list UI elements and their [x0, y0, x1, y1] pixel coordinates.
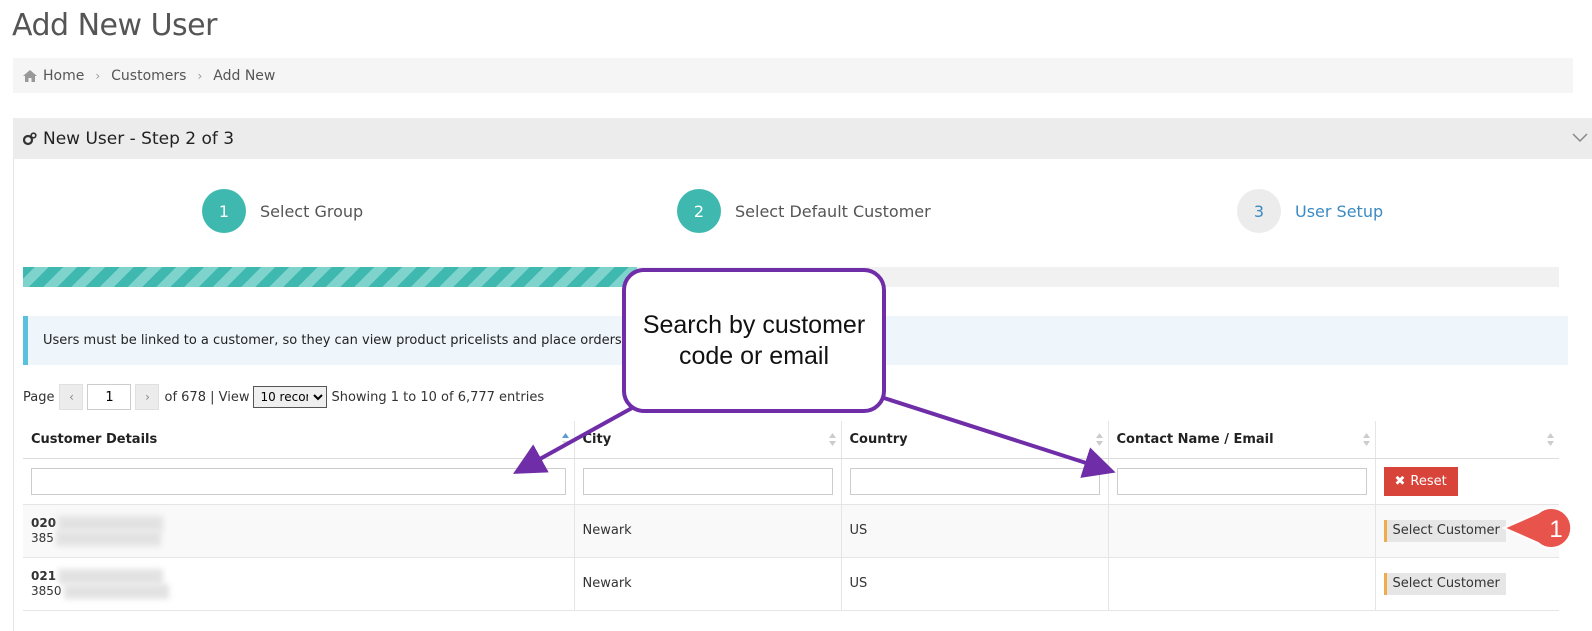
- step-user-setup[interactable]: 3 User Setup: [1237, 189, 1383, 233]
- panel-title: New User - Step 2 of 3: [43, 128, 235, 149]
- customer-subcode: 3850: [31, 583, 62, 598]
- breadcrumb-customers[interactable]: Customers: [111, 68, 186, 84]
- customer-code: 021: [31, 568, 57, 583]
- progress-fill: [23, 267, 638, 287]
- redacted-text: [58, 568, 164, 584]
- column-header-contact[interactable]: Contact Name / Email: [1108, 421, 1376, 459]
- pagination-bar: Page ‹ › of 678 | View 10 records Showin…: [23, 384, 544, 410]
- sort-icon: [1095, 433, 1103, 446]
- breadcrumb: Home › Customers › Add New: [13, 58, 1573, 93]
- city-cell: Newark: [574, 557, 842, 611]
- filter-cell: [574, 458, 842, 505]
- sort-icon: [561, 433, 569, 446]
- breadcrumb-home[interactable]: Home: [23, 68, 84, 84]
- breadcrumb-home-label: Home: [43, 67, 85, 84]
- home-icon: [23, 69, 37, 82]
- customer-subcode: 385: [31, 530, 54, 545]
- contact-cell: [1108, 504, 1376, 558]
- sort-icon: [1362, 433, 1370, 446]
- prev-page-button[interactable]: ‹: [59, 384, 84, 410]
- customer-details-filter-input[interactable]: [31, 467, 566, 495]
- sort-icon: [1547, 433, 1554, 446]
- page-count-text: of 678 | View: [164, 389, 250, 405]
- select-customer-button[interactable]: Select Customer: [1383, 572, 1506, 595]
- step-select-default-customer: 2 Select Default Customer: [677, 189, 931, 233]
- customer-code: 020: [31, 515, 57, 530]
- filter-cell: [841, 458, 1109, 505]
- contact-cell: [1108, 557, 1376, 611]
- annotation-badge: 1: [1501, 505, 1588, 551]
- page-title: Add New User: [12, 8, 217, 43]
- reset-button-label: Reset: [1410, 473, 1447, 489]
- customer-table: Customer Details City Country Contact Na…: [23, 421, 1559, 611]
- panel-header[interactable]: New User - Step 2 of 3: [13, 118, 1592, 159]
- step-label: Select Group: [260, 201, 364, 221]
- action-cell: Select Customer: [1375, 557, 1559, 611]
- annotation-callout: Search by customer code or email: [622, 268, 886, 413]
- table-row: 020 385 Newark US Select Customer: [23, 504, 1559, 558]
- reset-button[interactable]: ✖ Reset: [1383, 466, 1458, 496]
- step-label: User Setup: [1295, 201, 1384, 221]
- country-filter-input[interactable]: [849, 467, 1100, 495]
- country-cell: US: [841, 504, 1109, 558]
- step-label: Select Default Customer: [735, 201, 931, 221]
- redacted-text: [55, 530, 161, 546]
- cogs-icon: [23, 131, 37, 145]
- badge-number: 1: [1549, 516, 1562, 543]
- column-header-customer-details[interactable]: Customer Details: [23, 421, 575, 459]
- filter-cell: [23, 458, 575, 505]
- sort-icon: [828, 433, 836, 446]
- column-header-city[interactable]: City: [574, 421, 842, 459]
- step-number: 3: [1237, 189, 1281, 233]
- filter-cell: ✖ Reset: [1375, 458, 1559, 505]
- step-number: 1: [202, 189, 246, 233]
- redacted-text: [63, 583, 169, 599]
- filter-cell: [1108, 458, 1376, 505]
- select-customer-button[interactable]: Select Customer: [1383, 519, 1506, 542]
- column-header-label: Contact Name / Email: [1116, 431, 1274, 447]
- step-number: 2: [677, 189, 721, 233]
- chevron-down-icon[interactable]: [1572, 131, 1588, 143]
- city-filter-input[interactable]: [582, 467, 833, 495]
- city-cell: Newark: [574, 504, 842, 558]
- column-header-label: City: [582, 431, 612, 447]
- customer-details-cell: 020 385: [23, 504, 575, 558]
- country-cell: US: [841, 557, 1109, 611]
- showing-entries-text: Showing 1 to 10 of 6,777 entries: [331, 389, 545, 405]
- contact-filter-input[interactable]: [1116, 467, 1367, 495]
- filter-row: ✖ Reset: [23, 458, 1559, 505]
- breadcrumb-separator: ›: [197, 68, 203, 83]
- page-number-input[interactable]: [87, 384, 132, 410]
- column-header-label: Customer Details: [31, 431, 158, 447]
- records-per-page-select[interactable]: 10 records: [253, 386, 328, 408]
- breadcrumb-add-new: Add New: [213, 67, 276, 84]
- customer-details-cell: 021 3850: [23, 557, 575, 611]
- breadcrumb-separator: ›: [95, 68, 101, 83]
- close-icon: ✖: [1394, 473, 1406, 489]
- step-select-group: 1 Select Group: [202, 189, 363, 233]
- column-header-country[interactable]: Country: [841, 421, 1109, 459]
- column-header-actions[interactable]: [1375, 421, 1559, 459]
- page-label: Page: [23, 389, 55, 405]
- next-page-button[interactable]: ›: [135, 384, 160, 410]
- column-header-label: Country: [849, 431, 908, 447]
- table-row: 021 3850 Newark US Select Customer: [23, 557, 1559, 611]
- badge-shape: 1: [1501, 507, 1573, 549]
- redacted-text: [58, 515, 164, 531]
